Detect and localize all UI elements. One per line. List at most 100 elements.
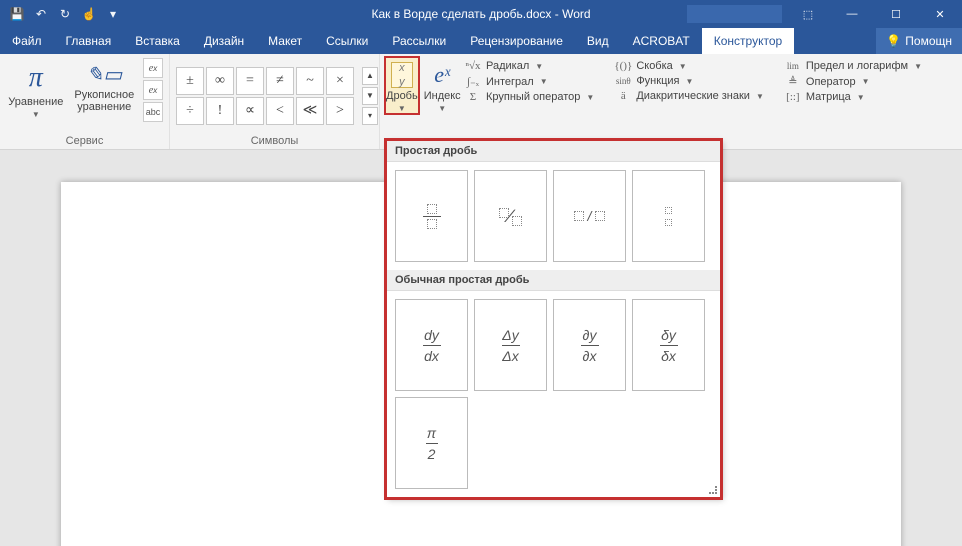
- minimize-button[interactable]: —: [830, 0, 874, 28]
- chevron-down-icon: ▼: [398, 104, 406, 113]
- linear-format-button[interactable]: ex: [143, 80, 163, 100]
- sigma-icon: Σ: [464, 91, 482, 103]
- chevron-down-icon: ▼: [32, 110, 40, 119]
- fraction-icon: xy: [391, 62, 413, 88]
- integral-icon: ∫₋ₓ: [464, 75, 482, 88]
- tab-home[interactable]: Главная: [54, 28, 124, 54]
- operator-icon: ≜: [784, 75, 802, 88]
- chevron-down-icon: ▼: [857, 93, 865, 102]
- fraction-pi-2[interactable]: π2: [395, 397, 468, 489]
- chevron-down-icon: ▼: [438, 104, 446, 113]
- chevron-down-icon: ▼: [540, 77, 548, 86]
- symbol-cell[interactable]: ×: [326, 67, 354, 95]
- large-operator-button[interactable]: ΣКрупный оператор▼: [464, 91, 594, 103]
- titlebar: 💾 ↶ ↻ ☝ ▾ Как в Ворде сделать дробь.docx…: [0, 0, 962, 28]
- fraction-gallery: Простая дробь ∕ / Обычная простая дробь …: [386, 140, 721, 498]
- chevron-down-icon: ▼: [756, 92, 764, 101]
- fraction-skewed[interactable]: ∕: [474, 170, 547, 262]
- save-icon[interactable]: 💾: [6, 3, 28, 25]
- limit-button[interactable]: limПредел и логарифм▼: [784, 60, 922, 72]
- tab-references[interactable]: Ссылки: [314, 28, 380, 54]
- symbol-cell[interactable]: ≠: [266, 67, 294, 95]
- fraction-delta-y-x[interactable]: ΔyΔx: [474, 299, 547, 391]
- symbol-cell[interactable]: <: [266, 97, 294, 125]
- symbol-cell[interactable]: ~: [296, 67, 324, 95]
- tab-layout[interactable]: Макет: [256, 28, 314, 54]
- tab-review[interactable]: Рецензирование: [458, 28, 575, 54]
- qa-customize-icon[interactable]: ▾: [102, 3, 124, 25]
- tab-insert[interactable]: Вставка: [123, 28, 192, 54]
- pi-icon: π: [29, 62, 43, 94]
- matrix-icon: [::]: [784, 91, 802, 103]
- matrix-button[interactable]: [::]Матрица▼: [784, 91, 922, 103]
- function-icon: sinθ: [614, 76, 632, 86]
- tab-mailings[interactable]: Рассылки: [380, 28, 458, 54]
- symbol-cell[interactable]: !: [206, 97, 234, 125]
- fraction-partial-y-x[interactable]: ∂y∂x: [553, 299, 626, 391]
- gallery-section-header: Обычная простая дробь: [387, 270, 720, 291]
- symbol-cell[interactable]: ∞: [206, 67, 234, 95]
- symbol-cell[interactable]: ±: [176, 67, 204, 95]
- ribbon: π Уравнение ▼ ✎▭ Рукописное уравнение ex…: [0, 54, 962, 150]
- help-label: Помощн: [905, 34, 952, 48]
- tab-view[interactable]: Вид: [575, 28, 621, 54]
- tab-file[interactable]: Файл: [0, 28, 54, 54]
- script-button[interactable]: eˣ Индекс ▼: [424, 58, 461, 113]
- symbol-cell[interactable]: ∝: [236, 97, 264, 125]
- radical-icon: ⁿ√x: [464, 60, 482, 72]
- symbols-scroll-down[interactable]: ▼: [362, 87, 378, 105]
- operator-button[interactable]: ≜Оператор▼: [784, 75, 922, 88]
- ink-equation-button[interactable]: ✎▭ Рукописное уравнение: [72, 58, 137, 113]
- redo-icon[interactable]: ↻: [54, 3, 76, 25]
- bulb-icon: 💡: [886, 34, 901, 48]
- radical-button[interactable]: ⁿ√xРадикал▼: [464, 60, 594, 72]
- fraction-var-delta-y-x[interactable]: δyδx: [632, 299, 705, 391]
- bracket-button[interactable]: {()}Скобка▼: [614, 60, 764, 72]
- fraction-dy-dx[interactable]: dydx: [395, 299, 468, 391]
- gallery-resize-handle[interactable]: [709, 486, 717, 494]
- chevron-down-icon: ▼: [679, 62, 687, 71]
- tools-group-label: Сервис: [6, 133, 163, 147]
- menu-bar: Файл Главная Вставка Дизайн Макет Ссылки…: [0, 28, 962, 54]
- window-title: Как в Ворде сделать дробь.docx - Word: [371, 7, 590, 21]
- close-button[interactable]: ✕: [918, 0, 962, 28]
- tab-designer[interactable]: Конструктор: [702, 28, 794, 54]
- fraction-stacked[interactable]: [395, 170, 468, 262]
- help-tell-me[interactable]: 💡 Помощн: [876, 28, 962, 54]
- fraction-linear[interactable]: /: [553, 170, 626, 262]
- chevron-down-icon: ▼: [586, 93, 594, 102]
- fraction-label: Дробь: [386, 90, 418, 102]
- accent-button[interactable]: äДиакритические знаки▼: [614, 90, 764, 102]
- accent-icon: ä: [614, 90, 632, 102]
- symbols-scroll-up[interactable]: ▲: [362, 67, 378, 85]
- symbol-cell[interactable]: =: [236, 67, 264, 95]
- normal-text-button[interactable]: abc: [143, 102, 163, 122]
- symbols-more[interactable]: ▾: [362, 107, 378, 125]
- gallery-section-header: Простая дробь: [387, 141, 720, 162]
- symbol-cell[interactable]: >: [326, 97, 354, 125]
- ink-label: Рукописное уравнение: [72, 89, 137, 113]
- chevron-down-icon: ▼: [914, 62, 922, 71]
- integral-button[interactable]: ∫₋ₓИнтеграл▼: [464, 75, 594, 88]
- symbol-cell[interactable]: ÷: [176, 97, 204, 125]
- chevron-down-icon: ▼: [685, 77, 693, 86]
- script-label: Индекс: [424, 90, 461, 102]
- undo-icon[interactable]: ↶: [30, 3, 52, 25]
- equation-button[interactable]: π Уравнение ▼: [6, 58, 66, 119]
- ribbon-options-button[interactable]: ⬚: [786, 0, 830, 28]
- tab-design[interactable]: Дизайн: [192, 28, 256, 54]
- touch-icon[interactable]: ☝: [78, 3, 100, 25]
- symbol-cell[interactable]: ≪: [296, 97, 324, 125]
- maximize-button[interactable]: ☐: [874, 0, 918, 28]
- function-button[interactable]: sinθФункция▼: [614, 75, 764, 87]
- ink-icon: ✎▭: [86, 62, 122, 87]
- fraction-button[interactable]: xy Дробь ▼: [386, 58, 418, 113]
- fraction-small[interactable]: [632, 170, 705, 262]
- bracket-icon: {()}: [614, 60, 632, 72]
- professional-format-button[interactable]: ex: [143, 58, 163, 78]
- tab-acrobat[interactable]: ACROBAT: [621, 28, 702, 54]
- symbols-group-label: Символы: [176, 133, 373, 147]
- chevron-down-icon: ▼: [862, 77, 870, 86]
- account-box[interactable]: [687, 5, 782, 23]
- chevron-down-icon: ▼: [535, 62, 543, 71]
